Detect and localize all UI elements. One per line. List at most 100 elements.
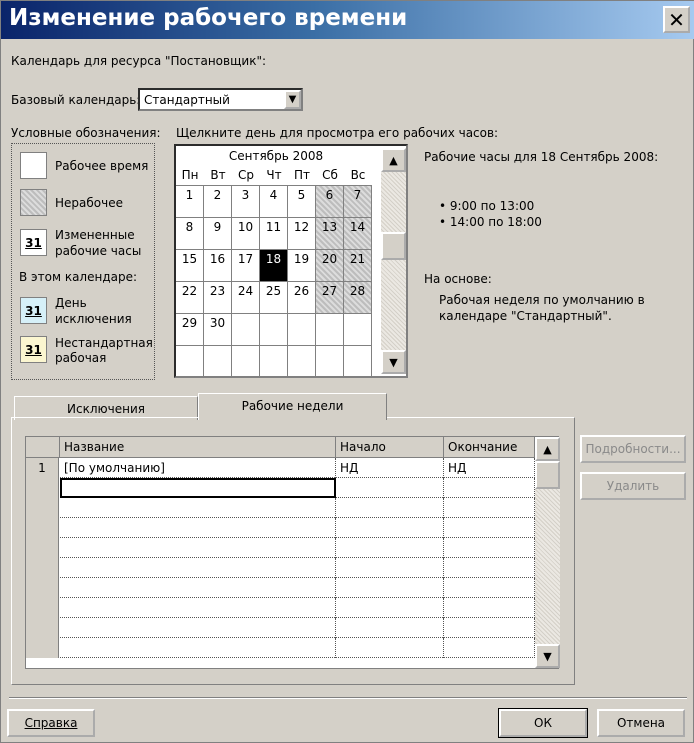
calendar-day-cell[interactable]: 23: [204, 282, 232, 314]
calendar-day-cell[interactable]: 11: [260, 218, 288, 250]
details-button[interactable]: Подробности...: [580, 435, 686, 463]
close-button[interactable]: ✕: [663, 6, 690, 33]
calendar-day-cell[interactable]: 14: [344, 218, 372, 250]
table-row[interactable]: [26, 598, 535, 618]
table-cell-name[interactable]: [60, 478, 336, 498]
table-cell-name[interactable]: [60, 518, 336, 538]
calendar-day-cell[interactable]: 13: [316, 218, 344, 250]
table-row[interactable]: [26, 518, 535, 538]
calendar-scrollbar[interactable]: ▲ ▼: [381, 148, 406, 374]
calendar-day-cell[interactable]: [176, 346, 204, 378]
table-cell-finish[interactable]: [444, 538, 535, 558]
scroll-up-button[interactable]: ▲: [535, 437, 560, 461]
row-number[interactable]: [26, 638, 59, 658]
calendar-day-cell[interactable]: 9: [204, 218, 232, 250]
calendar-day-cell[interactable]: 22: [176, 282, 204, 314]
table-cell-start[interactable]: [336, 638, 444, 658]
calendar-day-cell[interactable]: 28: [344, 282, 372, 314]
table-cell-start[interactable]: [336, 558, 444, 578]
table-cell-finish[interactable]: НД: [444, 458, 535, 478]
table-cell-name[interactable]: [60, 498, 336, 518]
scroll-down-button[interactable]: ▼: [381, 350, 406, 374]
table-cell-finish[interactable]: [444, 478, 535, 498]
row-number[interactable]: [26, 538, 59, 558]
calendar-day-cell[interactable]: 7: [344, 186, 372, 218]
table-cell-start[interactable]: [336, 598, 444, 618]
row-number[interactable]: [26, 478, 59, 498]
calendar-day-cell[interactable]: 26: [288, 282, 316, 314]
column-header-finish[interactable]: Окончание: [444, 437, 535, 458]
row-number[interactable]: [26, 578, 59, 598]
table-cell-name[interactable]: [60, 598, 336, 618]
table-cell-name[interactable]: [60, 558, 336, 578]
calendar-day-cell[interactable]: [204, 346, 232, 378]
table-cell-start[interactable]: [336, 478, 444, 498]
calendar-day-cell[interactable]: 18: [260, 250, 288, 282]
table-cell-finish[interactable]: [444, 558, 535, 578]
calendar-day-cell[interactable]: 8: [176, 218, 204, 250]
calendar-day-cell[interactable]: 6: [316, 186, 344, 218]
delete-button[interactable]: Удалить: [580, 472, 686, 500]
scroll-up-button[interactable]: ▲: [381, 148, 406, 172]
column-header-start[interactable]: Начало: [336, 437, 444, 458]
table-row[interactable]: [26, 638, 535, 658]
row-number[interactable]: [26, 558, 59, 578]
row-number[interactable]: [26, 618, 59, 638]
calendar-day-cell[interactable]: 12: [288, 218, 316, 250]
dropdown-button[interactable]: ▼: [284, 90, 301, 109]
calendar-day-cell[interactable]: 19: [288, 250, 316, 282]
calendar-day-cell[interactable]: [260, 346, 288, 378]
table-cell-finish[interactable]: [444, 578, 535, 598]
table-row[interactable]: [26, 578, 535, 598]
calendar-day-cell[interactable]: [316, 314, 344, 346]
calendar-day-cell[interactable]: 17: [232, 250, 260, 282]
table-cell-name[interactable]: [60, 618, 336, 638]
ok-button[interactable]: ОК: [498, 708, 588, 738]
calendar-day-cell[interactable]: 24: [232, 282, 260, 314]
calendar-day-cell[interactable]: [344, 314, 372, 346]
table-cell-name[interactable]: [60, 638, 336, 658]
scroll-thumb[interactable]: [535, 461, 560, 489]
table-row[interactable]: [26, 558, 535, 578]
work-weeks-table[interactable]: Название Начало Окончание 1 [По умолчанию…: [25, 436, 560, 669]
calendar-day-cell[interactable]: [232, 346, 260, 378]
calendar-day-cell[interactable]: 27: [316, 282, 344, 314]
table-cell-start[interactable]: [336, 538, 444, 558]
scroll-down-button[interactable]: ▼: [535, 644, 560, 668]
month-calendar[interactable]: Сентябрь 2008 Пн Вт Ср Чт Пт Сб Вс 1 2 3 4 5 6 7 8 9 10 1…: [174, 144, 408, 378]
calendar-day-cell[interactable]: 20: [316, 250, 344, 282]
help-button[interactable]: Справка: [7, 709, 95, 737]
row-number[interactable]: [26, 518, 59, 538]
table-cell-start[interactable]: [336, 618, 444, 638]
calendar-day-cell[interactable]: 3: [232, 186, 260, 218]
table-cell-finish[interactable]: [444, 638, 535, 658]
table-cell-finish[interactable]: [444, 598, 535, 618]
table-cell-finish[interactable]: [444, 618, 535, 638]
title-bar[interactable]: Изменение рабочего времени ✕: [1, 1, 694, 39]
calendar-day-cell[interactable]: 16: [204, 250, 232, 282]
table-scrollbar[interactable]: ▲ ▼: [535, 437, 560, 668]
table-cell-start[interactable]: [336, 498, 444, 518]
cancel-button[interactable]: Отмена: [597, 709, 685, 737]
calendar-day-cell[interactable]: 30: [204, 314, 232, 346]
base-calendar-select[interactable]: Стандартный ▼: [138, 88, 303, 111]
calendar-day-cell[interactable]: 1: [176, 186, 204, 218]
calendar-day-cell[interactable]: 25: [260, 282, 288, 314]
calendar-day-cell[interactable]: 5: [288, 186, 316, 218]
table-cell-finish[interactable]: [444, 518, 535, 538]
calendar-day-cell[interactable]: [344, 346, 372, 378]
row-number[interactable]: [26, 598, 59, 618]
table-row[interactable]: [26, 538, 535, 558]
table-cell-name[interactable]: [По умолчанию]: [60, 458, 336, 478]
calendar-day-cell[interactable]: 21: [344, 250, 372, 282]
calendar-day-cell[interactable]: [288, 314, 316, 346]
table-cell-start[interactable]: НД: [336, 458, 444, 478]
table-cell-start[interactable]: [336, 578, 444, 598]
scroll-thumb[interactable]: [381, 232, 406, 260]
calendar-day-cell[interactable]: 4: [260, 186, 288, 218]
row-number[interactable]: 1: [26, 458, 59, 478]
table-row[interactable]: [26, 498, 535, 518]
table-cell-finish[interactable]: [444, 498, 535, 518]
calendar-day-cell[interactable]: [232, 314, 260, 346]
calendar-day-cell[interactable]: 2: [204, 186, 232, 218]
